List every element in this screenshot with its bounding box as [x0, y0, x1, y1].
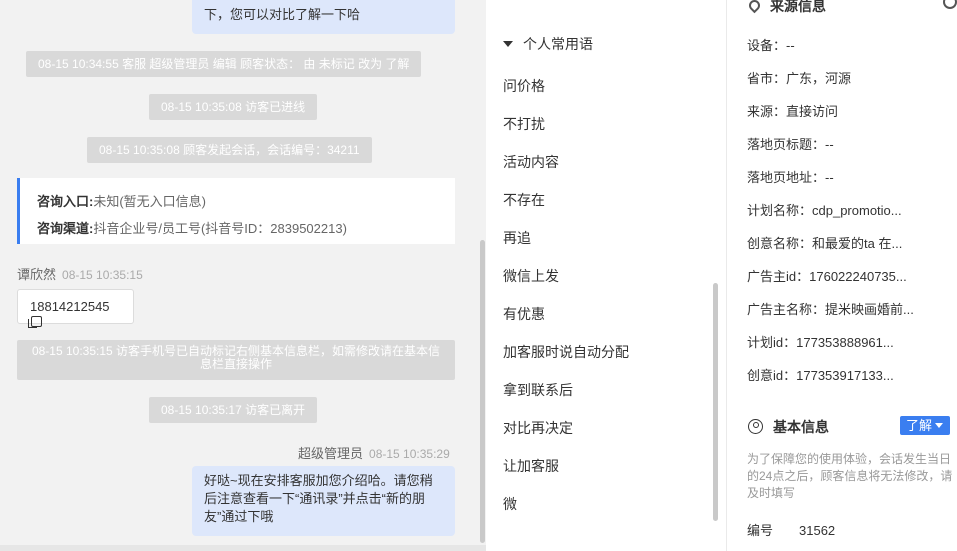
phrases-scrollbar[interactable] [713, 283, 718, 521]
phrase-item[interactable]: 问价格 [503, 76, 545, 96]
system-message: 08-15 10:35:08 顾客发起会话，会话编号：34211 [87, 137, 372, 163]
phrase-item[interactable]: 让加客服 [503, 456, 559, 476]
phone-message[interactable]: 18814212545 [17, 289, 134, 328]
field-label: 计划名称： [747, 203, 813, 218]
location-pin-icon [746, 0, 763, 14]
collapse-triangle-icon[interactable] [503, 41, 513, 47]
visitor-name: 谭欣然 [17, 267, 57, 282]
agent-name: 超级管理员 [298, 446, 364, 461]
field-label: 广告主id： [747, 269, 810, 284]
field-value: 和最爱的ta 在... [812, 236, 903, 251]
field-plan-id: 计划id：177353888961... [747, 332, 894, 351]
field-advertiser-name: 广告主名称：提米映画婚前... [747, 299, 914, 318]
field-label: 落地页标题： [747, 137, 826, 152]
visitor-sender: 谭欣然 08-15 10:35:15 [17, 264, 143, 283]
number-label: 编号 [747, 523, 774, 538]
phrases-pane: 个人常用语 问价格 不打扰 活动内容 不存在 再追 微信上发 有优惠 加客服时说… [486, 0, 726, 551]
field-label: 落地页地址： [747, 170, 826, 185]
system-message: 08-15 10:35:15 访客手机号已自动标记右侧基本信息栏，如需修改请在基… [17, 340, 455, 380]
chat-bottom-border [0, 545, 486, 551]
chat-scrollbar[interactable] [480, 240, 485, 543]
phrase-item[interactable]: 拿到联系后 [503, 380, 573, 400]
field-label: 来源： [747, 104, 787, 119]
visitor-info-pane: 来源信息 设备：-- 省市：广东，河源 来源：直接访问 落地页标题：-- 落地页… [727, 0, 957, 551]
field-label: 创意名称： [747, 236, 813, 251]
field-city: 省市：广东，河源 [747, 68, 851, 87]
status-dropdown-label: 了解 [906, 418, 933, 433]
edit-notice: 为了保障您的使用体验，会话发生当日的24点之后，顾客信息将无法修改，请及时填写 [747, 452, 953, 500]
field-value: 提米映画婚前... [825, 302, 914, 317]
basic-title-text: 基本信息 [773, 419, 829, 435]
entry-label: 咨询入口: [37, 194, 94, 209]
basic-info-title: 基本信息 [748, 417, 829, 437]
visitor-time: 08-15 10:35:15 [62, 268, 143, 282]
settings-icon[interactable] [943, 0, 957, 9]
system-message: 08-15 10:34:55 客服 超级管理员 编辑 顾客状态： 由 未标记 改… [26, 51, 422, 77]
field-value: 176022240735... [809, 269, 907, 284]
phrase-item[interactable]: 不打扰 [503, 114, 545, 134]
phrase-group-header[interactable]: 个人常用语 [503, 34, 593, 54]
phrase-item[interactable]: 微 [503, 494, 517, 514]
entry-value: 未知(暂无入口信息) [93, 194, 207, 209]
field-creative-id: 创意id：177353917133... [747, 365, 894, 384]
field-label: 省市： [747, 71, 787, 86]
field-number: 编号 31562 [747, 520, 835, 539]
field-source: 来源：直接访问 [747, 101, 838, 120]
field-value: cdp_promotio... [812, 203, 902, 218]
status-dropdown-button[interactable]: 了解 [900, 416, 950, 435]
field-value: 177353888961... [796, 335, 894, 350]
phrase-item[interactable]: 微信上发 [503, 266, 559, 286]
chat-pane[interactable]: 下，您可以对比了解一下哈 08-15 10:34:55 客服 超级管理员 编辑 … [0, 0, 486, 551]
source-info-title: 来源信息 [746, 0, 826, 16]
agent-message: 好哒~现在安排客服加您介绍哈。请您稍后注意查看一下“通讯录”并点击“新的朋友”通… [192, 466, 455, 536]
field-label: 计划id： [747, 335, 797, 350]
phrase-group-title: 个人常用语 [523, 36, 593, 52]
system-message: 08-15 10:35:08 访客已进线 [149, 94, 318, 120]
channel-label: 咨询渠道: [37, 221, 94, 236]
field-creative-name: 创意名称：和最爱的ta 在... [747, 233, 902, 252]
field-value: 广东，河源 [786, 71, 852, 86]
copy-icon[interactable] [28, 316, 42, 328]
system-message: 08-15 10:35:17 访客已离开 [149, 397, 318, 423]
field-device: 设备：-- [747, 35, 795, 54]
field-advertiser-id: 广告主id：176022240735... [747, 266, 907, 285]
phrase-item[interactable]: 再追 [503, 228, 531, 248]
field-value: -- [786, 38, 795, 53]
field-landing-url: 落地页地址：-- [747, 167, 834, 186]
field-value: -- [825, 137, 834, 152]
number-value: 31562 [799, 523, 836, 538]
field-plan-name: 计划名称：cdp_promotio... [747, 200, 902, 219]
agent-sender: 超级管理员 08-15 10:35:29 [298, 443, 450, 462]
field-value: -- [825, 170, 834, 185]
channel-value: 抖音企业号/员工号(抖音号ID：2839502213) [93, 221, 347, 236]
phrase-item[interactable]: 有优惠 [503, 304, 545, 324]
field-value: 直接访问 [786, 104, 839, 119]
user-icon [748, 419, 763, 434]
phrase-item[interactable]: 不存在 [503, 190, 545, 210]
field-landing-title: 落地页标题：-- [747, 134, 834, 153]
caret-down-icon [935, 423, 944, 428]
field-label: 广告主名称： [747, 302, 826, 317]
field-label: 设备： [747, 38, 787, 53]
field-label: 创意id： [747, 368, 797, 383]
phrase-item[interactable]: 对比再决定 [503, 418, 573, 438]
consult-info-card: 咨询入口:未知(暂无入口信息) 咨询渠道:抖音企业号/员工号(抖音号ID：283… [17, 178, 455, 244]
agent-time: 08-15 10:35:29 [369, 447, 450, 461]
phrase-item[interactable]: 加客服时说自动分配 [503, 342, 629, 362]
chat-bubble-top: 下，您可以对比了解一下哈 [192, 0, 455, 34]
chat-messages: 下，您可以对比了解一下哈 08-15 10:34:55 客服 超级管理员 编辑 … [0, 0, 486, 545]
field-value: 177353917133... [796, 368, 894, 383]
source-title-text: 来源信息 [770, 0, 826, 14]
phone-number: 18814212545 [30, 299, 110, 314]
phrase-item[interactable]: 活动内容 [503, 152, 559, 172]
